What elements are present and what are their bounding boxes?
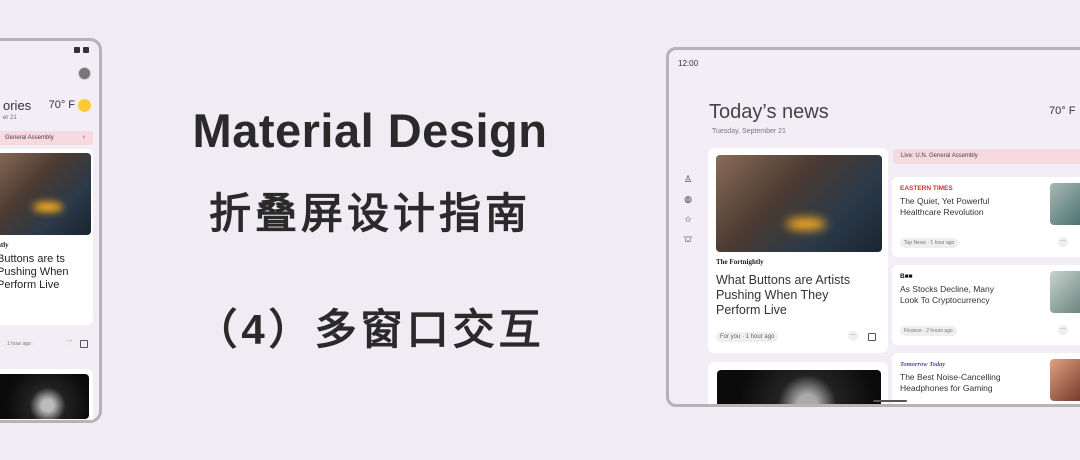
side-card-chip[interactable]: Finance · 2 hours ago [900,326,957,336]
side-news-card[interactable]: Tomorrow Today The Best Noise-Cancelling… [892,353,1080,404]
side-card-thumbnail [1050,359,1080,401]
phone-card-publisher: htly [0,241,9,249]
phone-card-image [0,153,91,235]
phone-date: er 21 [3,115,17,121]
avatar[interactable] [78,67,91,80]
side-news-card[interactable]: B■■ As Stocks Decline, Many Look To Cryp… [892,265,1080,345]
side-card-chip[interactable]: Top News · 1 hour ago [900,238,959,248]
star-icon[interactable]: ☆ [684,214,692,225]
side-card-thumbnail [1050,183,1080,225]
more-icon[interactable]: ··· [1058,325,1068,335]
battery-icon [83,47,89,53]
gesture-handle [873,400,907,402]
phone-temperature: 70° F [48,99,75,111]
bookmark-icon[interactable] [80,340,88,348]
phone-banner-label: General Assembly [5,135,54,141]
phone-card-chip[interactable]: 1 hour ago [3,339,35,349]
for-you-icon[interactable]: ♙ [684,174,692,185]
phone-live-banner[interactable]: General Assembly › [0,131,93,145]
more-icon[interactable]: ··· [848,331,858,341]
phone-page-title: ories [3,98,32,113]
library-icon[interactable]: ⛫ [684,234,692,246]
wifi-icon [74,47,80,53]
side-card-headline: As Stocks Decline, Many Look To Cryptocu… [900,284,995,305]
part-title: （4）多窗口交互 [195,306,545,353]
sun-icon [78,99,91,112]
more-icon[interactable]: ··· [65,338,74,347]
side-card-publisher: Tomorrow Today [900,361,946,368]
side-news-card[interactable]: EASTERN TIMES The Quiet, Yet Powerful He… [892,177,1080,257]
subtitle: 折叠屏设计指南 [208,190,531,237]
card-image-2 [717,370,881,404]
side-card-headline: The Best Noise-Cancelling Headphones for… [900,372,1001,393]
tablet-mockup: 12:00 Today’s news Tuesday, September 21… [666,47,1080,407]
globe-icon[interactable]: ◍ [684,194,692,205]
main-card-chip[interactable]: For you · 1 hour ago [716,332,779,342]
side-card-headline: The Quiet, Yet Powerful Healthcare Revol… [900,196,990,217]
navigation-rail: ♙ ◍ ☆ ⛫ [681,174,695,246]
temperature: 70° F [1049,105,1076,117]
page-date: Tuesday, September 21 [712,128,786,135]
bookmark-icon[interactable] [868,333,876,341]
more-icon[interactable]: ··· [1058,237,1068,247]
phone-status-bar [74,47,89,53]
main-card-headline: What Buttons are Artists Pushing When Th… [716,273,851,317]
page-title: Today’s news [709,101,829,123]
main-title: Material Design [192,104,548,157]
side-card-thumbnail [1050,271,1080,313]
main-card-image [716,155,882,252]
live-banner[interactable]: Live: U.N. General Assembly [893,149,1080,164]
phone-mockup: ories er 21 70° F General Assembly › htl… [0,38,102,423]
phone-card-image-2 [0,374,89,419]
side-card-publisher: EASTERN TIMES [900,185,953,192]
phone-card-headline: Buttons are ts Pushing When Perform Live [0,253,69,291]
chevron-right-icon: › [82,134,85,141]
status-time: 12:00 [678,59,699,68]
main-card-publisher: The Fortnightly [716,258,764,266]
side-card-publisher: B■■ [900,273,913,280]
